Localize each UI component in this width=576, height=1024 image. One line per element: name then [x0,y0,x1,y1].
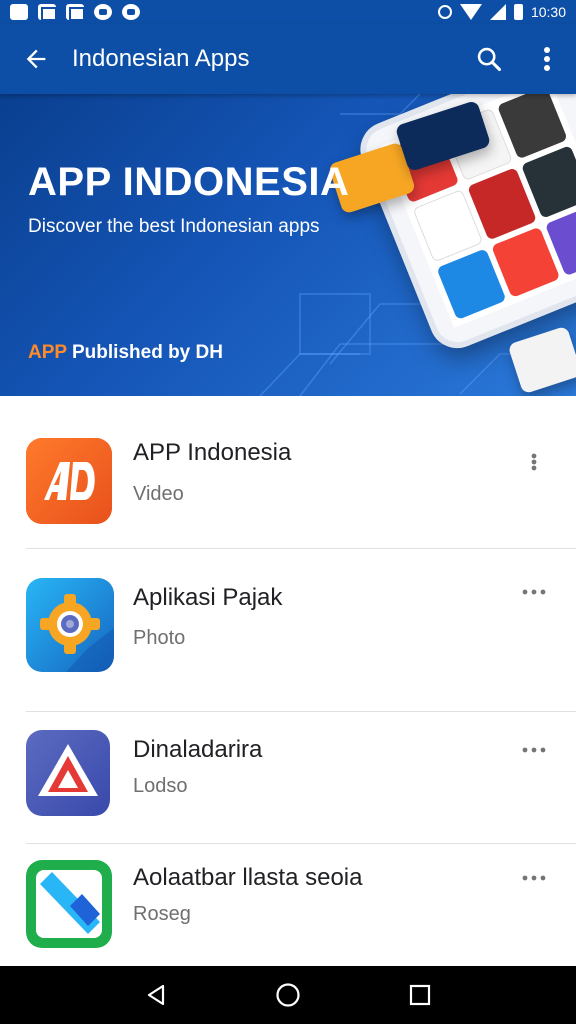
battery-icon [513,4,523,20]
divider [26,711,576,712]
search-button[interactable] [460,24,518,94]
ad-logo-icon [26,438,112,524]
app-title: Aplikasi Pajak [133,584,283,611]
nav-home-icon [276,983,300,1007]
publisher-accent: APP [28,342,67,363]
item-overflow-button[interactable] [512,730,556,770]
play-notification-icon [94,4,112,20]
banner-headline: APP INDONESIA [28,160,350,204]
message-notification-icon [122,4,140,20]
gear-lens-icon [26,578,114,672]
featured-banner[interactable]: APP INDONESIA Discover the best Indonesi… [0,94,576,396]
app-title: Dinaladarira [133,736,263,763]
signal-icon [489,4,506,20]
more-horiz-icon [522,589,546,595]
list-item[interactable]: Dinaladarira Lodso [0,728,576,848]
page-title: Indonesian Apps [72,45,250,72]
list-item[interactable]: Aolaatbar llasta seoia Roseg [0,858,576,966]
status-bar: 10:30 [0,0,576,24]
list-item[interactable]: APP Indonesia Video [0,422,576,550]
status-time: 10:30 [530,4,566,20]
app-subtitle: Roseg [133,903,191,925]
image-notification-icon [38,4,57,21]
nav-recents-icon [409,984,431,1006]
triangle-a-icon [26,730,110,816]
search-icon [477,47,502,72]
more-vert-icon [531,453,537,471]
system-nav-bar [0,966,576,1024]
list-item[interactable]: Aplikasi Pajak Photo [0,566,576,706]
publisher-text: Published by DH [66,342,223,363]
banner-publisher: APP Published by DH [28,342,223,364]
more-horiz-icon [522,747,546,753]
more-horiz-icon [522,875,546,881]
divider [26,548,576,549]
app-title: Aolaatbar llasta seoia [133,864,363,891]
more-vert-icon [544,47,550,71]
more-options-button[interactable] [518,24,576,94]
nav-home-button[interactable] [258,966,318,1024]
gallery-notification-icon [66,4,85,21]
wifi-icon [459,4,482,20]
app-subtitle: Lodso [133,775,188,797]
alarm-icon [437,5,452,19]
banner-subtitle: Discover the best Indonesian apps [28,216,320,237]
arrow-back-icon [26,49,46,69]
item-overflow-button[interactable] [512,442,556,482]
app-list: APP Indonesia Video Aplikasi Pajak Photo… [0,396,576,966]
app-title: APP Indonesia [133,439,292,466]
divider [26,843,576,844]
item-overflow-button[interactable] [512,858,556,898]
diagonal-bar-icon [26,860,112,948]
app-subtitle: Photo [133,627,186,649]
app-bar: Indonesian Apps [0,24,576,94]
nav-back-icon [147,984,165,1006]
item-overflow-button[interactable] [512,572,556,612]
app-subtitle: Video [133,483,184,505]
notification-icon [10,4,28,20]
nav-recents-button[interactable] [390,966,450,1024]
nav-back-button[interactable] [126,966,186,1024]
back-button[interactable] [0,24,72,94]
